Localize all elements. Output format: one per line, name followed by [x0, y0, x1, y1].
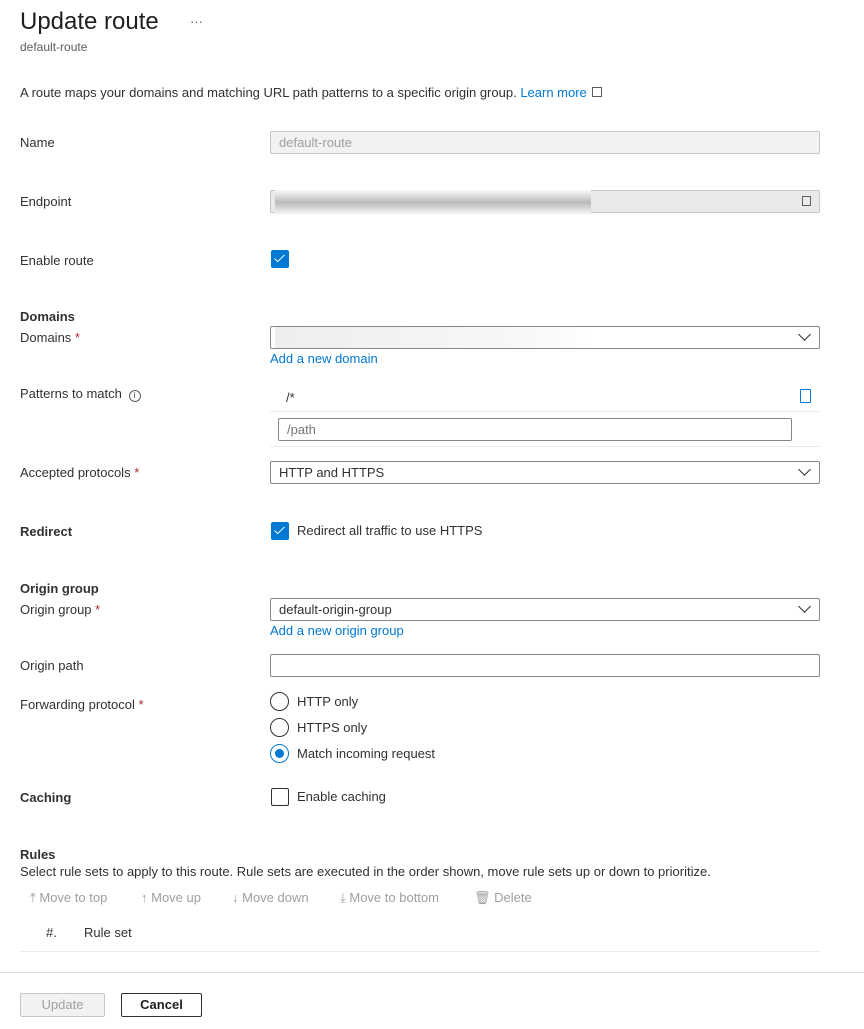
learn-more-link[interactable]: Learn more: [520, 85, 586, 100]
radio-http-only[interactable]: [270, 692, 289, 711]
name-label: Name: [20, 135, 55, 150]
more-options-button[interactable]: ···: [190, 14, 203, 29]
arrow-up-to-top-icon: ⤒: [30, 890, 36, 905]
redirect-checkbox-label[interactable]: Redirect all traffic to use HTTPS: [297, 523, 482, 538]
required-marker: *: [138, 697, 144, 712]
name-input[interactable]: default-route: [270, 131, 820, 154]
chevron-down-icon: [798, 463, 811, 476]
radio-label[interactable]: Match incoming request: [297, 746, 435, 761]
trash-icon: 🗑: [474, 890, 491, 905]
domains-label: Domains: [20, 330, 72, 345]
cancel-button[interactable]: Cancel: [121, 993, 202, 1017]
selected-value: default-origin-group: [279, 602, 392, 617]
column-header-number: #.: [46, 925, 57, 940]
domains-heading: Domains: [20, 309, 75, 324]
endpoint-label: Endpoint: [20, 194, 72, 209]
radio-label[interactable]: HTTP only: [297, 694, 358, 709]
divider: [270, 446, 820, 447]
origin-path-input[interactable]: [270, 654, 820, 677]
redacted-value: [275, 190, 591, 215]
selected-value: HTTP and HTTPS: [279, 465, 385, 480]
divider: [20, 951, 820, 952]
pattern-input[interactable]: [278, 418, 792, 441]
arrow-up-icon: ↑: [141, 890, 148, 905]
redirect-label: Redirect: [20, 524, 73, 539]
add-origin-group-link[interactable]: Add a new origin group: [270, 623, 404, 638]
button-label: Move to bottom: [349, 890, 439, 905]
update-button[interactable]: Update: [20, 993, 105, 1017]
radio-match-incoming[interactable]: [270, 744, 289, 763]
move-down-button[interactable]: ↓ Move down: [232, 890, 309, 905]
accepted-protocols-label: Accepted protocols: [20, 465, 131, 480]
enable-route-checkbox[interactable]: [271, 250, 289, 268]
chevron-down-icon: [798, 600, 811, 613]
domains-dropdown[interactable]: [270, 326, 820, 349]
caching-label: Caching: [20, 790, 72, 805]
arrow-down-icon: ↓: [232, 890, 239, 905]
add-domain-link[interactable]: Add a new domain: [270, 351, 378, 366]
external-link-icon: [592, 87, 603, 97]
copy-icon[interactable]: [802, 196, 811, 206]
required-marker: *: [134, 465, 140, 480]
page-subtitle: default-route: [20, 40, 88, 54]
page-title: Update route: [20, 8, 159, 35]
move-up-button[interactable]: ↑ Move up: [141, 890, 201, 905]
divider: [270, 411, 820, 412]
origin-group-label: Origin group: [20, 602, 92, 617]
button-label: Move down: [242, 890, 309, 905]
radio-https-only[interactable]: [270, 718, 289, 737]
chevron-down-icon: [798, 328, 811, 341]
enable-caching-label[interactable]: Enable caching: [297, 789, 386, 804]
redacted-value: [275, 327, 595, 348]
arrow-down-to-bottom-icon: ⤓: [340, 890, 346, 905]
forwarding-protocol-label: Forwarding protocol: [20, 697, 135, 712]
origin-group-heading: Origin group: [20, 581, 99, 596]
footer-divider: [0, 972, 864, 973]
delete-button[interactable]: 🗑 Delete: [474, 890, 532, 906]
column-header-rule-set[interactable]: Rule set: [84, 925, 132, 940]
info-icon[interactable]: i: [128, 390, 141, 402]
button-label: Delete: [494, 890, 532, 905]
rules-heading: Rules: [20, 847, 56, 862]
move-to-bottom-button[interactable]: ⤓ Move to bottom: [340, 890, 439, 906]
enable-caching-checkbox[interactable]: [271, 788, 289, 806]
redirect-checkbox[interactable]: [271, 522, 289, 540]
patterns-label: Patterns to match: [20, 386, 122, 401]
rules-description: Select rule sets to apply to this route.…: [20, 864, 711, 879]
required-marker: *: [74, 330, 80, 345]
accepted-protocols-dropdown[interactable]: HTTP and HTTPS: [270, 461, 820, 484]
intro-text: A route maps your domains and matching U…: [20, 85, 517, 100]
move-to-top-button[interactable]: ⤒ Move to top: [30, 890, 107, 906]
required-marker: *: [95, 602, 101, 617]
pattern-item: /*: [286, 390, 295, 405]
enable-route-label: Enable route: [20, 253, 94, 268]
origin-path-label: Origin path: [20, 658, 84, 673]
origin-group-dropdown[interactable]: default-origin-group: [270, 598, 820, 621]
button-label: Move to top: [39, 890, 108, 905]
endpoint-input[interactable]: [270, 190, 820, 215]
delete-pattern-icon[interactable]: [800, 389, 811, 403]
radio-label[interactable]: HTTPS only: [297, 720, 367, 735]
button-label: Move up: [151, 890, 201, 905]
